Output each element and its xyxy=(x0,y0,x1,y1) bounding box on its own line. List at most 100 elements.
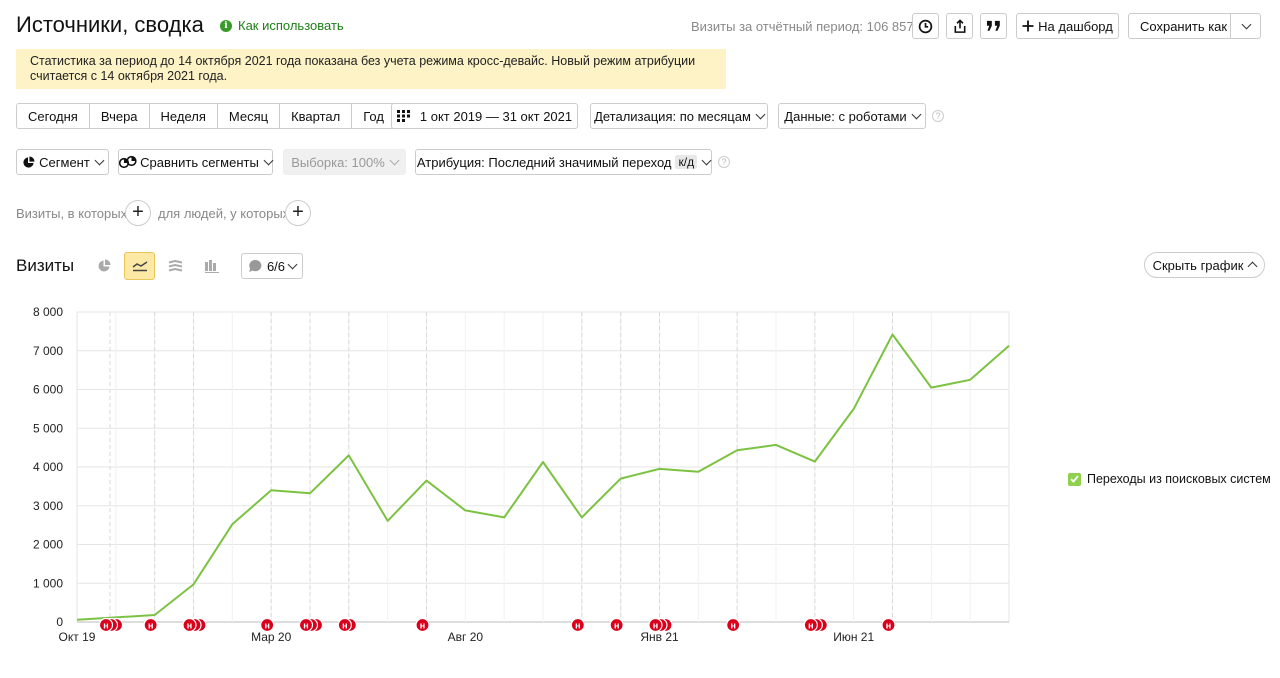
annotation-marker-letter: н xyxy=(808,621,813,631)
dashboard-label: На дашборд xyxy=(1038,18,1113,34)
period-yesterday[interactable]: Вчера xyxy=(89,104,150,128)
chevron-down-icon xyxy=(911,109,922,119)
date-range-button[interactable]: 1 окт 2019 — 31 окт 2021 xyxy=(391,103,578,129)
segment-dropdown[interactable]: Сегмент xyxy=(16,149,109,175)
share-icon xyxy=(954,18,965,33)
date-range-label: 1 окт 2019 — 31 окт 2021 xyxy=(419,108,573,124)
data-point xyxy=(386,519,389,522)
clock-icon xyxy=(918,19,933,33)
period-month[interactable]: Месяц xyxy=(217,104,281,128)
period-week[interactable]: Неделя xyxy=(149,104,218,128)
data-point xyxy=(1008,344,1011,347)
segment-label: Сегмент xyxy=(39,154,90,170)
period-quarter[interactable]: Квартал xyxy=(280,104,353,128)
hide-chart-label: Скрыть график xyxy=(1152,257,1244,273)
bar-chart-button[interactable] xyxy=(196,252,227,280)
detail-dropdown[interactable]: Детализация: по месяцам xyxy=(590,103,768,129)
annotation-marker-letter: н xyxy=(187,621,192,631)
y-tick-label: 6 000 xyxy=(33,383,63,397)
pie-chart-button[interactable] xyxy=(88,252,119,280)
period-today[interactable]: Сегодня xyxy=(17,104,90,128)
data-point xyxy=(891,333,894,336)
bar-chart-icon xyxy=(204,259,219,273)
people-condition-label: для людей, у которых xyxy=(158,206,290,221)
chevron-down-icon xyxy=(1241,19,1251,29)
howto-label: Как использовать xyxy=(238,18,344,33)
data-point xyxy=(969,378,972,381)
export-button[interactable] xyxy=(946,13,973,39)
feedback-button[interactable] xyxy=(980,13,1007,39)
data-point xyxy=(619,477,622,480)
sample-dropdown: Выборка: 100% xyxy=(283,149,406,175)
y-tick-label: 2 000 xyxy=(33,538,63,552)
y-tick-label: 4 000 xyxy=(33,460,63,474)
period-year[interactable]: Год xyxy=(352,104,395,128)
data-point xyxy=(270,489,273,492)
data-point xyxy=(503,516,506,519)
data-point xyxy=(580,516,583,519)
annotation-marker-letter: н xyxy=(303,621,308,631)
pie-chart-icon xyxy=(98,259,110,272)
y-tick-label: 3 000 xyxy=(33,499,63,513)
compare-label: Сравнить сегменты xyxy=(140,154,259,170)
help-icon[interactable]: ? xyxy=(718,156,730,168)
plus-icon xyxy=(1022,20,1034,32)
calendar-icon xyxy=(396,110,410,122)
chart-legend[interactable]: Переходы из поисковых систем xyxy=(1068,472,1271,486)
data-point xyxy=(76,618,79,621)
legend-series-name: Переходы из поисковых систем xyxy=(1087,472,1271,486)
chevron-down-icon xyxy=(94,155,105,165)
history-button[interactable] xyxy=(912,13,939,39)
y-tick-label: 7 000 xyxy=(33,344,63,358)
data-point xyxy=(775,443,778,446)
quote-icon xyxy=(986,20,1000,31)
data-point xyxy=(464,509,467,512)
x-tick-label: Мар 20 xyxy=(251,630,291,644)
check-icon xyxy=(1070,475,1079,483)
x-tick-label: Янв 21 xyxy=(640,630,679,644)
data-point xyxy=(930,386,933,389)
chart-title: Визиты xyxy=(16,256,75,275)
annotation-marker-letter: н xyxy=(653,621,658,631)
x-tick-label: Июн 21 xyxy=(833,630,874,644)
add-visit-condition-button[interactable]: + xyxy=(125,200,151,226)
annotation-marker-letter: н xyxy=(575,621,580,631)
add-people-condition-button[interactable]: + xyxy=(285,200,311,226)
data-point xyxy=(192,583,195,586)
howto-link[interactable]: i Как использовать xyxy=(220,18,344,33)
chevron-down-icon xyxy=(287,259,298,269)
notice-banner: Статистика за период до 14 октября 2021 … xyxy=(16,49,726,89)
area-chart-button[interactable] xyxy=(160,252,191,280)
line-chart-button[interactable] xyxy=(124,252,155,280)
pie-icon xyxy=(23,155,35,168)
hide-chart-button[interactable]: Скрыть график xyxy=(1144,252,1265,278)
attribution-label: Атрибуция: Последний значимый переход xyxy=(416,154,672,170)
save-as-dropdown[interactable] xyxy=(1230,14,1261,38)
save-as-button[interactable]: Сохранить как xyxy=(1128,13,1261,39)
data-point xyxy=(347,454,350,457)
annotation-marker-letter: н xyxy=(420,621,425,631)
sample-label: Выборка: 100% xyxy=(291,154,385,170)
data-point xyxy=(425,479,428,482)
chevron-up-icon xyxy=(1247,261,1258,272)
compare-segments-dropdown[interactable]: Сравнить сегменты xyxy=(118,149,274,175)
x-tick-label: Окт 19 xyxy=(59,630,96,644)
chevron-down-icon xyxy=(701,155,712,165)
period-selector: Сегодня Вчера Неделя Месяц Квартал Год xyxy=(16,103,396,129)
chevron-down-icon xyxy=(389,155,400,165)
annotations-dropdown[interactable]: 6/6 xyxy=(241,253,303,279)
data-dropdown[interactable]: Данные: с роботами xyxy=(778,103,926,129)
save-as-label: Сохранить как xyxy=(1140,18,1228,34)
plus-icon: + xyxy=(132,201,144,223)
data-point xyxy=(852,407,855,410)
visits-total: Визиты за отчётный период: 106 857 xyxy=(691,19,914,34)
y-tick-label: 0 xyxy=(56,615,63,629)
attribution-dropdown[interactable]: Атрибуция: Последний значимый переход к/… xyxy=(415,149,712,175)
legend-checkbox[interactable] xyxy=(1068,472,1081,486)
data-point xyxy=(153,614,156,617)
data-point xyxy=(309,492,312,495)
help-icon[interactable]: ? xyxy=(932,110,944,122)
add-to-dashboard-button[interactable]: На дашборд xyxy=(1016,13,1119,39)
info-icon: i xyxy=(220,19,232,32)
y-tick-label: 8 000 xyxy=(33,305,63,319)
